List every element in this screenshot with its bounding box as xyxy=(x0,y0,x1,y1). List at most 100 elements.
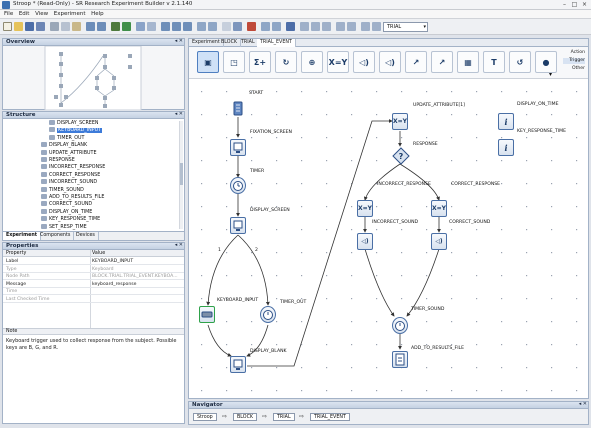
tree-item[interactable]: TIMER_SOUND xyxy=(41,186,84,194)
camera-setup-tool[interactable]: ● xyxy=(535,51,557,73)
property-row[interactable]: Type Keyboard xyxy=(3,266,184,273)
properties-panel-controls[interactable]: ◂ ✕ xyxy=(175,242,183,249)
node-correct-sound[interactable]: ◁) xyxy=(431,233,447,250)
layout-icon[interactable] xyxy=(233,22,242,31)
property-value[interactable]: KEYBOARD_INPUT xyxy=(92,258,182,265)
node-add-to-results[interactable] xyxy=(392,351,408,368)
node-timer-out[interactable] xyxy=(260,306,276,323)
stop-icon[interactable] xyxy=(247,22,256,31)
help-icon[interactable] xyxy=(286,22,295,31)
record-sound-tool[interactable]: ↗ xyxy=(405,51,427,73)
crumb-trial-event[interactable]: TRIAL_EVENT xyxy=(310,413,350,421)
navigator-panel-controls[interactable]: ◂ ✕ xyxy=(579,401,587,408)
property-row[interactable]: Time xyxy=(3,288,184,296)
close-window-button[interactable]: × xyxy=(580,1,589,8)
property-value[interactable]: BLOCK.TRIAL.TRIAL_EVENT.KEYBOA... xyxy=(92,273,182,280)
tree-item[interactable]: CORRECT_RESPONSE xyxy=(41,171,100,179)
display-screen-tool[interactable]: ▣ xyxy=(197,51,219,73)
node-start[interactable] xyxy=(230,100,246,117)
property-value[interactable]: Keyboard xyxy=(92,266,182,273)
copy-icon[interactable] xyxy=(61,22,70,31)
structure-panel-controls[interactable]: ◂ ✕ xyxy=(175,111,183,118)
redo-icon[interactable] xyxy=(97,22,106,31)
node-display-blank[interactable] xyxy=(230,356,246,373)
grid-icon[interactable] xyxy=(222,22,231,31)
play-sound-control-tool[interactable]: ◁) xyxy=(379,51,401,73)
tab-devices[interactable]: Devices xyxy=(73,232,99,240)
tab-components[interactable]: Components xyxy=(37,232,75,240)
property-row[interactable]: Message keyboard_response xyxy=(3,281,184,288)
sequence-icon[interactable] xyxy=(322,22,331,31)
property-row[interactable]: Label KEYBOARD_INPUT xyxy=(3,258,184,265)
palette-tab-other[interactable]: Other xyxy=(563,66,585,72)
menu-experiment[interactable]: Experiment xyxy=(54,10,86,19)
send-message-tool[interactable]: ▦ xyxy=(457,51,479,73)
update-attribute-tool[interactable]: X=Y xyxy=(327,51,349,73)
node-timer[interactable] xyxy=(230,177,246,194)
display-screen-alt-tool[interactable]: ◳ xyxy=(223,51,245,73)
screen-icon[interactable] xyxy=(261,22,270,31)
zoom-in-icon[interactable] xyxy=(197,22,206,31)
palette-tab-trigger[interactable]: Trigger xyxy=(563,58,585,64)
node-correct-response[interactable]: X=Y xyxy=(431,200,447,217)
tree-item[interactable]: DISPLAY_SCREEN xyxy=(49,120,98,127)
flow-canvas[interactable]: START FIXATION_SCREEN TIMER DISPLAY_SCRE… xyxy=(189,80,588,398)
property-row[interactable]: Last Checked Time xyxy=(3,296,184,303)
palette-tab-action[interactable]: Action xyxy=(563,50,585,56)
align-center-icon[interactable] xyxy=(172,22,181,31)
property-row[interactable]: Node Path BLOCK.TRIAL.TRIAL_EVENT.KEYBOA.… xyxy=(3,273,184,281)
align-right-icon[interactable] xyxy=(183,22,192,31)
overview-panel-controls[interactable]: ◂ ✕ xyxy=(175,38,183,45)
tree-item[interactable]: ADD_TO_RESULTS_FILE xyxy=(41,194,104,201)
crumb-stroop[interactable]: Stroop xyxy=(193,413,217,421)
ttl-tool[interactable]: T xyxy=(483,51,505,73)
play-sound-tool[interactable]: ◁) xyxy=(353,51,375,73)
paste-icon[interactable] xyxy=(72,22,81,31)
open-folder-icon[interactable] xyxy=(14,22,23,31)
node-incorrect-sound[interactable]: ◁) xyxy=(357,233,373,250)
save-icon[interactable] xyxy=(25,22,34,31)
editor-tab-trial[interactable]: TRIAL xyxy=(238,39,259,47)
data-source-icon[interactable] xyxy=(336,22,345,31)
node-incorrect-response[interactable]: X=Y xyxy=(357,200,373,217)
crumb-trial[interactable]: TRIAL xyxy=(273,413,295,421)
tree-scroll-thumb[interactable] xyxy=(180,163,183,185)
crumb-block[interactable]: BLOCK xyxy=(233,413,258,421)
undo-icon[interactable] xyxy=(86,22,95,31)
tree-item[interactable]: TIMER_OUT xyxy=(49,134,84,142)
deploy-icon[interactable] xyxy=(136,22,145,31)
run-icon[interactable] xyxy=(122,22,131,31)
tree-item[interactable]: INCORRECT_RESPONSE xyxy=(41,164,105,171)
variable-icon[interactable] xyxy=(347,22,356,31)
new-file-icon[interactable] xyxy=(3,22,12,31)
filter-icon[interactable] xyxy=(361,22,370,31)
tree-item[interactable]: KEY_RESPONSE_TIME xyxy=(41,216,100,223)
node-icon[interactable] xyxy=(300,22,309,31)
properties-icon[interactable] xyxy=(272,22,281,31)
node-display-on-time[interactable]: i xyxy=(498,113,514,130)
tree-item[interactable]: RESPONSE xyxy=(41,157,75,164)
build-icon[interactable] xyxy=(111,22,120,31)
node-fixation-screen[interactable] xyxy=(230,139,246,156)
menu-edit[interactable]: Edit xyxy=(19,10,30,19)
tree-item[interactable]: UPDATE_ATTRIBUTE xyxy=(41,149,96,157)
node-timer-sound[interactable] xyxy=(392,317,408,334)
property-value[interactable]: keyboard_response xyxy=(92,281,182,288)
menu-file[interactable]: File xyxy=(4,10,13,19)
tree-item[interactable]: INCORRECT_SOUND xyxy=(41,179,97,186)
chart-icon[interactable] xyxy=(372,22,381,31)
menu-view[interactable]: View xyxy=(35,10,48,19)
tree-item[interactable]: DISPLAY_BLANK xyxy=(41,142,87,149)
cut-icon[interactable] xyxy=(50,22,59,31)
tab-experiment[interactable]: Experiment xyxy=(3,232,42,240)
node-response[interactable]: ? xyxy=(392,147,410,165)
editor-tab-trial-event[interactable]: TRIAL_EVENT xyxy=(257,39,296,47)
recycle-tool[interactable]: ↻ xyxy=(275,51,297,73)
save-all-icon[interactable] xyxy=(36,22,45,31)
tree-item[interactable]: CORRECT_SOUND xyxy=(41,201,92,208)
tree-item[interactable]: DISPLAY_ON_TIME xyxy=(41,208,92,216)
add-to-results-tool[interactable]: Σ+ xyxy=(249,51,271,73)
zoom-out-icon[interactable] xyxy=(208,22,217,31)
record-control-tool[interactable]: ↗ xyxy=(431,51,453,73)
tree-item[interactable]: SET_RESP_TIME xyxy=(41,223,87,231)
